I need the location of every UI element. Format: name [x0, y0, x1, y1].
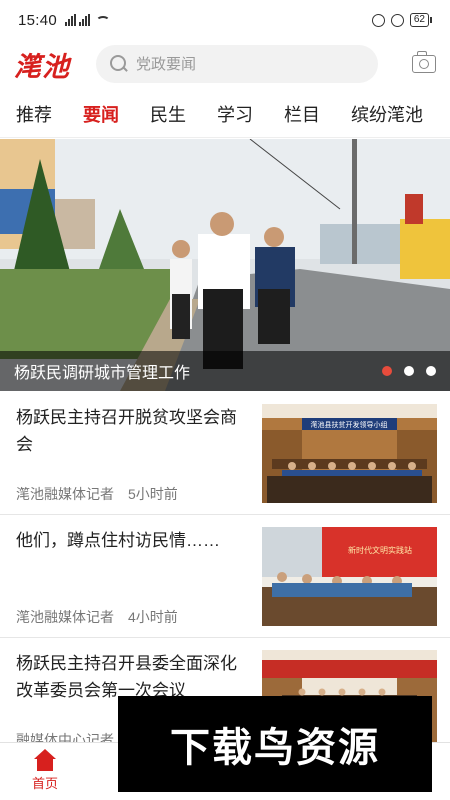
status-left-icons — [65, 14, 111, 26]
news-source: 滗池融媒体记者 — [16, 486, 114, 502]
carousel-dot[interactable] — [426, 366, 436, 376]
hero-carousel[interactable]: 杨跃民调研城市管理工作 — [0, 139, 450, 391]
news-item[interactable]: 他们，蹲点住村访民情…… 滗池融媒体记者 4小时前 新时代文明实践站 — [0, 515, 450, 638]
nav-home[interactable]: 首页 — [0, 743, 90, 800]
signal-icon — [65, 14, 77, 26]
news-meta: 滗池融媒体记者 5小时前 — [16, 484, 178, 504]
news-meta: 滗池融媒体记者 4小时前 — [16, 607, 178, 627]
news-time: 4小时前 — [128, 609, 178, 625]
signal-icon — [79, 14, 91, 26]
search-icon — [110, 55, 128, 73]
wifi-icon — [96, 16, 111, 26]
search-input[interactable] — [136, 55, 356, 73]
thumb-banner-text: 滗池县扶贫开发领导小组 — [311, 420, 388, 429]
battery-level: 62 — [409, 13, 429, 27]
carousel-dots — [382, 366, 436, 376]
carousel-dot[interactable] — [382, 366, 392, 376]
news-title[interactable]: 他们，蹲点住村访民情…… — [16, 527, 248, 554]
thumb-banner-text: 新时代文明实践站 — [348, 545, 412, 555]
app-logo: 滗池 — [14, 51, 70, 83]
home-icon — [32, 749, 58, 773]
app-header: 滗池 — [0, 40, 450, 88]
nav-home-label: 首页 — [31, 776, 58, 791]
battery-icon: 62 — [409, 13, 432, 27]
news-source: 滗池融媒体记者 — [16, 609, 114, 625]
vibrate-icon — [371, 13, 385, 27]
tab-recommend[interactable]: 推荐 — [16, 101, 52, 127]
status-right-icons: 62 — [371, 13, 432, 27]
news-thumbnail[interactable]: 新时代文明实践站 — [262, 527, 437, 626]
tab-news[interactable]: 要闻 — [83, 101, 119, 127]
tab-colorful-mianchi[interactable]: 缤纷滗池 — [351, 101, 423, 127]
tab-study[interactable]: 学习 — [217, 101, 253, 127]
carousel-dot[interactable] — [404, 366, 414, 376]
news-time: 5小时前 — [128, 486, 178, 502]
tab-livelihood[interactable]: 民生 — [150, 101, 186, 127]
search-bar[interactable] — [96, 45, 378, 83]
alarm-icon — [390, 13, 404, 27]
news-thumbnail[interactable]: 滗池县扶贫开发领导小组 — [262, 404, 437, 503]
tab-columns[interactable]: 栏目 — [284, 101, 320, 127]
hero-caption: 杨跃民调研城市管理工作 — [14, 365, 191, 382]
news-title[interactable]: 杨跃民主持召开脱贫攻坚会商会 — [16, 404, 248, 458]
status-time: 15:40 — [18, 11, 58, 29]
hero-caption-bar: 杨跃民调研城市管理工作 — [0, 351, 450, 391]
status-bar: 15:40 62 — [0, 0, 450, 40]
news-item[interactable]: 杨跃民主持召开脱贫攻坚会商会 滗池融媒体记者 5小时前 滗池县扶贫开发领导小组 — [0, 392, 450, 515]
category-tabs: 推荐 要闻 民生 学习 栏目 缤纷滗池 部 — [0, 90, 450, 138]
watermark-overlay: 下载鸟资源 — [118, 696, 432, 792]
camera-icon[interactable] — [412, 51, 436, 73]
